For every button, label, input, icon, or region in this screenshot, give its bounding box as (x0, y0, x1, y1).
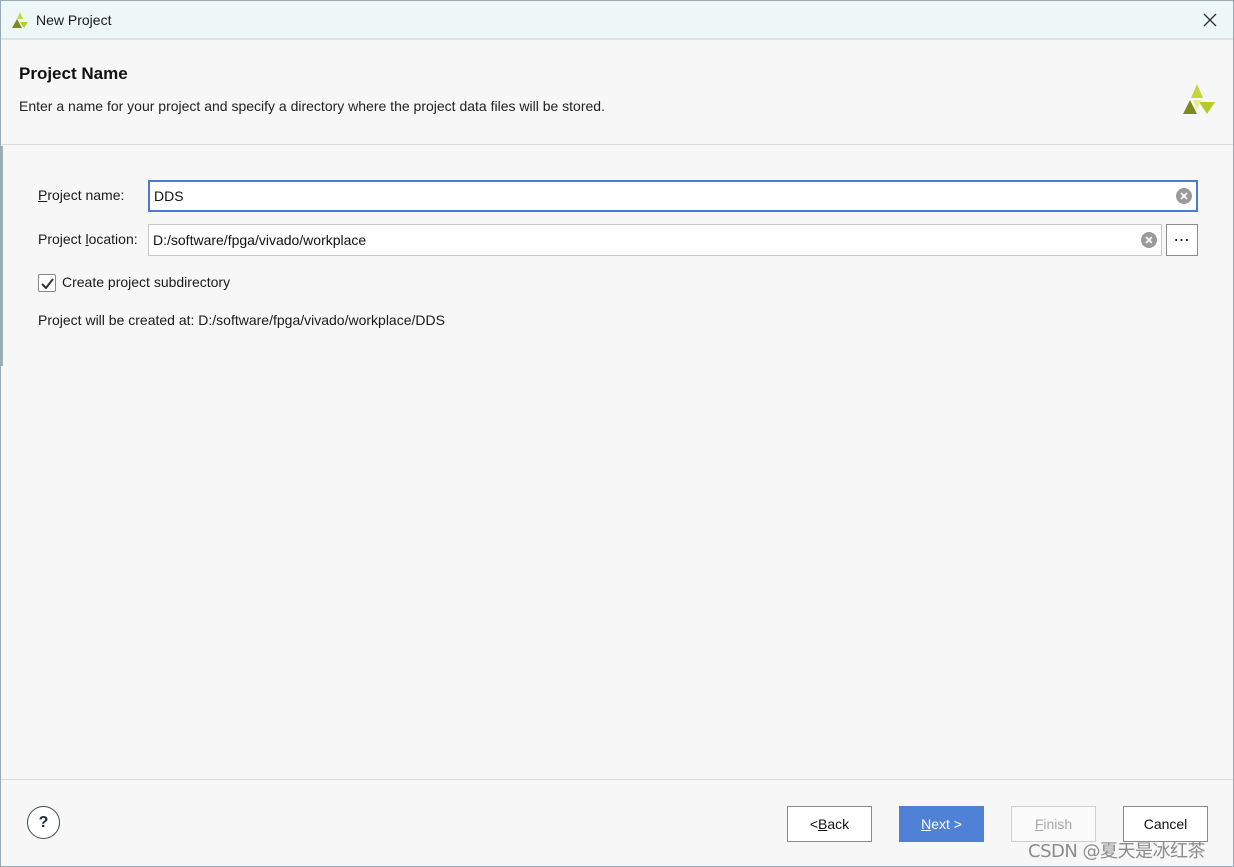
title-bar: New Project (1, 1, 1233, 40)
close-button[interactable] (1187, 1, 1233, 38)
create-subdirectory-label[interactable]: Create project subdirectory (62, 274, 230, 290)
new-project-window: New Project Project Name Enter a name fo… (0, 0, 1234, 867)
page-title: Project Name (19, 64, 128, 83)
clear-icon[interactable] (1141, 232, 1157, 248)
window-title: New Project (36, 12, 112, 28)
watermark: CSDN @夏天是冰红茶 (1028, 841, 1206, 862)
close-icon (1203, 13, 1217, 26)
back-button[interactable]: < Back (787, 806, 872, 842)
browse-button[interactable]: ⋯ (1166, 224, 1198, 256)
vivado-logo-icon (1183, 84, 1215, 114)
project-location-label: Project location: (38, 231, 138, 247)
clear-icon[interactable] (1176, 188, 1192, 204)
checkmark-icon (40, 277, 54, 289)
project-created-at-text: Project will be created at: D:/software/… (38, 312, 445, 328)
next-button[interactable]: Next > (899, 806, 984, 842)
create-subdirectory-checkbox[interactable] (38, 274, 56, 292)
page-description: Enter a name for your project and specif… (19, 98, 605, 114)
project-name-label: Project name: (38, 187, 125, 203)
project-location-input[interactable]: D:/software/fpga/vivado/workplace (148, 224, 1162, 256)
project-name-input[interactable]: DDS (148, 180, 1198, 212)
project-name-value: DDS (154, 188, 184, 204)
help-button[interactable]: ? (27, 806, 60, 839)
vivado-logo-icon (12, 12, 28, 28)
wizard-header: Project Name Enter a name for your proje… (1, 42, 1233, 145)
left-accent-bar (1, 146, 3, 366)
ellipsis-icon: ⋯ (1173, 232, 1191, 249)
project-location-value: D:/software/fpga/vivado/workplace (153, 232, 367, 248)
